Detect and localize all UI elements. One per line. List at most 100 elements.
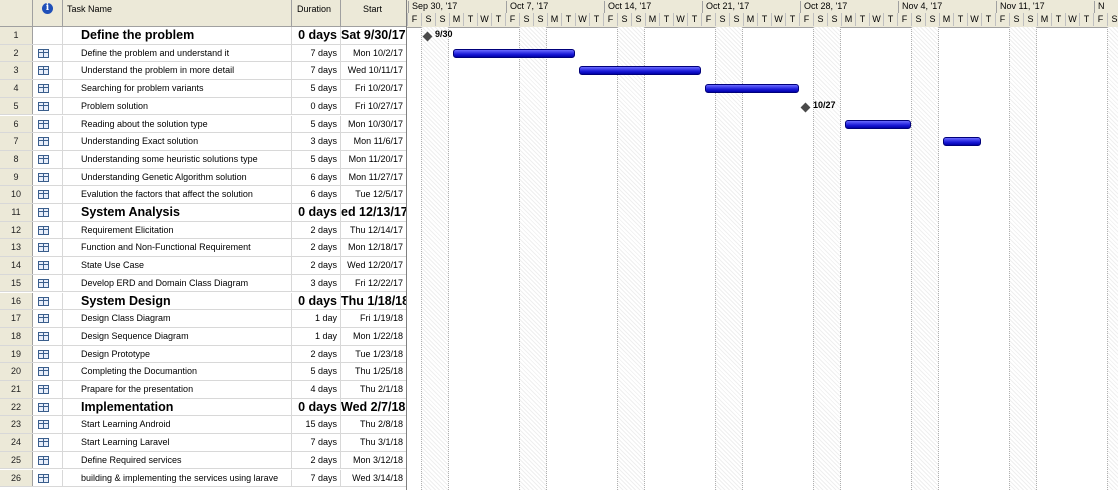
table-row[interactable]: 12 Requirement Elicitation 2 days Thu 12/14…: [0, 221, 406, 240]
start-cell[interactable]: Thu 1/18/18: [341, 293, 406, 310]
duration-cell[interactable]: 15 days: [292, 416, 341, 434]
duration-cell[interactable]: 2 days: [292, 239, 341, 257]
table-row[interactable]: 21 Prapare for the presentation 4 days Thu …: [0, 381, 406, 399]
row-id[interactable]: 17: [0, 310, 33, 327]
row-id[interactable]: 4: [0, 80, 33, 97]
duration-cell[interactable]: 3 days: [292, 274, 341, 292]
task-name-cell[interactable]: Function and Non-Functional Requirement: [63, 239, 292, 257]
row-id[interactable]: 1: [0, 27, 33, 44]
table-row[interactable]: 7 Understanding Exact solution 3 days Mon 1…: [0, 133, 406, 151]
start-cell[interactable]: Mon 10/2/17: [341, 45, 406, 62]
duration-cell[interactable]: 3 days: [292, 133, 341, 150]
start-cell[interactable]: Fri 1/19/18: [341, 310, 406, 327]
task-name-cell[interactable]: System Design: [63, 292, 292, 310]
start-cell[interactable]: Wed 10/11/17: [341, 62, 406, 79]
table-row[interactable]: 2 Define the problem and understand it 7 d…: [0, 44, 406, 63]
duration-cell[interactable]: 4 days: [292, 381, 341, 398]
task-name-cell[interactable]: Design Sequence Diagram: [63, 327, 292, 345]
table-row[interactable]: 16 System Design 0 days Thu 1/18/18: [0, 292, 406, 311]
task-name-cell[interactable]: Start Learning Laravel: [63, 434, 292, 451]
table-row[interactable]: 14 State Use Case 2 days Wed 12/20/17: [0, 257, 406, 275]
start-cell[interactable]: Thu 12/14/17: [341, 222, 406, 239]
start-cell[interactable]: Thu 3/1/18: [341, 434, 406, 451]
start-cell[interactable]: Mon 1/22/18: [341, 328, 406, 345]
duration-cell[interactable]: 2 days: [292, 345, 341, 363]
duration-cell[interactable]: 7 days: [292, 469, 341, 487]
duration-cell[interactable]: 7 days: [292, 62, 341, 80]
task-name-cell[interactable]: Prapare for the presentation: [63, 381, 292, 398]
table-row[interactable]: 20 Completing the Documantion 5 days Thu 1/…: [0, 363, 406, 381]
duration-cell[interactable]: 2 days: [292, 257, 341, 274]
duration-cell[interactable]: 5 days: [292, 363, 341, 380]
row-id[interactable]: 20: [0, 363, 33, 380]
row-id[interactable]: 23: [0, 416, 33, 434]
table-row[interactable]: 3 Understand the problem in more detail 7 …: [0, 62, 406, 81]
duration-cell[interactable]: 0 days: [292, 398, 341, 416]
task-name-cell[interactable]: Understanding some heuristic solutions t…: [63, 150, 292, 168]
row-id[interactable]: 8: [0, 150, 33, 168]
table-row[interactable]: 22 Implementation 0 days Wed 2/7/18: [0, 398, 406, 417]
start-cell[interactable]: Sat 9/30/17: [341, 27, 406, 44]
task-name-cell[interactable]: Define the problem and understand it: [63, 44, 292, 62]
task-bar[interactable]: [705, 84, 799, 94]
duration-cell[interactable]: 2 days: [292, 451, 341, 469]
row-id[interactable]: 7: [0, 133, 33, 150]
row-id[interactable]: 19: [0, 345, 33, 363]
table-row[interactable]: 8 Understanding some heuristic solutions …: [0, 150, 406, 169]
table-row[interactable]: 4 Searching for problem variants 5 days Fri…: [0, 80, 406, 98]
task-name-cell[interactable]: Understanding Exact solution: [63, 133, 292, 150]
table-row[interactable]: 23 Start Learning Android 15 days Thu 2/8/1…: [0, 416, 406, 435]
row-id[interactable]: 13: [0, 239, 33, 257]
column-header-id[interactable]: [0, 0, 33, 26]
start-cell[interactable]: Wed 3/14/18: [341, 470, 406, 487]
row-id[interactable]: 14: [0, 257, 33, 274]
table-row[interactable]: 17 Design Class Diagram 1 day Fri 1/19/18: [0, 310, 406, 328]
start-cell[interactable]: Mon 11/20/17: [341, 151, 406, 168]
row-id[interactable]: 2: [0, 44, 33, 62]
row-id[interactable]: 10: [0, 186, 33, 203]
task-name-cell[interactable]: Problem solution: [63, 97, 292, 115]
row-id[interactable]: 3: [0, 62, 33, 80]
row-id[interactable]: 12: [0, 221, 33, 239]
row-id[interactable]: 22: [0, 398, 33, 416]
task-name-cell[interactable]: State Use Case: [63, 257, 292, 274]
start-cell[interactable]: Mon 3/12/18: [341, 452, 406, 469]
table-row[interactable]: 9 Understanding Genetic Algorithm solutio…: [0, 168, 406, 187]
start-cell[interactable]: Wed 12/20/17: [341, 257, 406, 274]
milestone-diamond[interactable]: [800, 102, 811, 113]
task-name-cell[interactable]: Design Prototype: [63, 345, 292, 363]
table-row[interactable]: 18 Design Sequence Diagram 1 day Mon 1/22/1…: [0, 327, 406, 346]
start-cell[interactable]: Mon 11/6/17: [341, 133, 406, 150]
gantt-chart[interactable]: Sep 30, '17 Oct 7, '17 Oct 14, '17 Oct 21, …: [407, 0, 1118, 490]
task-bar[interactable]: [845, 119, 911, 129]
table-row[interactable]: 24 Start Learning Laravel 7 days Thu 3/1/18: [0, 434, 406, 452]
task-name-cell[interactable]: Develop ERD and Domain Class Diagram: [63, 274, 292, 292]
task-name-cell[interactable]: Understand the problem in more detail: [63, 62, 292, 80]
table-row[interactable]: 13 Function and Non-Functional Requiremen…: [0, 239, 406, 258]
table-row[interactable]: 10 Evalution the factors that affect the …: [0, 186, 406, 204]
row-id[interactable]: 5: [0, 97, 33, 115]
start-cell[interactable]: Thu 2/8/18: [341, 416, 406, 433]
task-name-cell[interactable]: building & implementing the services usi…: [63, 469, 292, 487]
task-name-cell[interactable]: Start Learning Android: [63, 416, 292, 434]
duration-cell[interactable]: 5 days: [292, 115, 341, 133]
task-name-cell[interactable]: Searching for problem variants: [63, 80, 292, 97]
duration-cell[interactable]: 6 days: [292, 186, 341, 203]
task-bar[interactable]: [579, 66, 701, 76]
start-cell[interactable]: Fri 12/22/17: [341, 275, 406, 292]
start-cell[interactable]: Thu 1/25/18: [341, 363, 406, 380]
row-id[interactable]: 21: [0, 381, 33, 398]
task-name-cell[interactable]: Reading about the solution type: [63, 115, 292, 133]
row-id[interactable]: 18: [0, 327, 33, 345]
row-id[interactable]: 24: [0, 434, 33, 451]
table-row[interactable]: 25 Define Required services 2 days Mon 3/12…: [0, 451, 406, 470]
start-cell[interactable]: ed 12/13/17: [341, 204, 406, 221]
task-name-cell[interactable]: System Analysis: [63, 204, 292, 221]
task-name-cell[interactable]: Understanding Genetic Algorithm solution: [63, 168, 292, 186]
task-name-cell[interactable]: Evalution the factors that affect the so…: [63, 186, 292, 203]
task-name-cell[interactable]: Define the problem: [63, 27, 292, 44]
row-id[interactable]: 16: [0, 292, 33, 310]
row-id[interactable]: 26: [0, 469, 33, 487]
start-cell[interactable]: Fri 10/27/17: [341, 98, 406, 115]
table-row[interactable]: 6 Reading about the solution type 5 days Mo…: [0, 115, 406, 134]
